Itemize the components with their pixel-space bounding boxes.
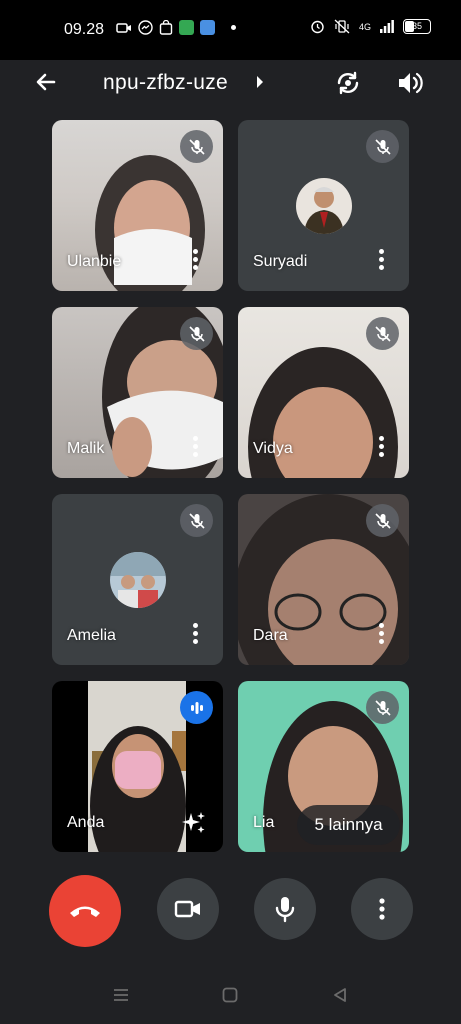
battery-level: 35 — [411, 21, 422, 31]
avatar — [296, 178, 352, 234]
microphone-toggle-button[interactable] — [254, 878, 316, 940]
participant-name: Amelia — [67, 627, 116, 644]
participant-tile[interactable]: Suryadi — [238, 120, 409, 291]
camera-icon — [174, 900, 200, 918]
participant-more-icon[interactable] — [193, 436, 199, 458]
participant-name: Lia — [253, 814, 275, 831]
caret-right-icon[interactable] — [255, 75, 265, 89]
vibrate-icon — [334, 19, 350, 34]
mic-off-icon — [180, 504, 213, 537]
more-options-button[interactable] — [351, 878, 413, 940]
app-icon — [200, 20, 215, 35]
participant-tile-self[interactable]: Anda — [52, 681, 223, 852]
participant-name: Dara — [253, 627, 288, 644]
system-navigation-bar — [0, 970, 461, 1024]
end-call-icon — [70, 906, 100, 917]
more-participants-button[interactable]: 5 lainnya — [297, 805, 400, 845]
microphone-icon — [275, 897, 295, 923]
sheets-app-icon — [179, 20, 194, 35]
speaking-indicator-icon — [180, 691, 213, 724]
mic-off-icon — [366, 130, 399, 163]
battery-icon: 35 — [403, 19, 431, 34]
participant-name: Ulanbie — [67, 253, 122, 270]
shopping-bag-icon — [159, 20, 173, 35]
participant-tile[interactable]: Vidya — [238, 307, 409, 478]
participant-more-icon[interactable] — [193, 249, 199, 271]
video-notification-icon — [116, 22, 131, 33]
messenger-icon — [138, 20, 153, 35]
status-notification-icons — [116, 20, 236, 35]
status-bar: 09.28 4G 35 — [0, 0, 461, 60]
status-time: 09.28 — [64, 21, 105, 38]
participant-more-icon[interactable] — [379, 623, 385, 645]
participant-tile[interactable]: Dara — [238, 494, 409, 665]
mic-off-icon — [180, 317, 213, 350]
avatar — [110, 552, 166, 608]
more-vert-icon — [379, 898, 385, 920]
mic-off-icon — [366, 317, 399, 350]
participant-name: Anda — [67, 814, 105, 831]
back-arrow-icon[interactable] — [32, 68, 60, 96]
meeting-header: npu-zfbz-uze — [0, 60, 461, 110]
participant-tile[interactable]: Amelia — [52, 494, 223, 665]
participant-name: Malik — [67, 440, 105, 457]
participant-more-icon[interactable] — [193, 623, 199, 645]
back-nav-icon[interactable] — [332, 987, 348, 1003]
end-call-button[interactable] — [49, 875, 121, 947]
participant-tile[interactable]: Malik — [52, 307, 223, 478]
alarm-icon — [311, 20, 324, 34]
recent-apps-icon[interactable] — [112, 987, 130, 1003]
meeting-code[interactable]: npu-zfbz-uze — [103, 71, 228, 95]
participant-more-icon[interactable] — [379, 436, 385, 458]
mic-off-icon — [180, 130, 213, 163]
call-controls — [0, 860, 461, 970]
effects-sparkle-icon[interactable] — [181, 810, 207, 836]
participant-more-icon[interactable] — [379, 249, 385, 271]
participant-tile[interactable]: Ulanbie — [52, 120, 223, 291]
status-system-icons: 4G 35 — [310, 19, 431, 34]
participant-name: Vidya — [253, 440, 293, 457]
more-notifications-dot — [231, 25, 236, 30]
speaker-icon[interactable] — [395, 68, 425, 98]
mic-off-icon — [366, 504, 399, 537]
signal-icon — [380, 20, 394, 33]
network-type-label: 4G — [358, 21, 371, 32]
camera-toggle-button[interactable] — [157, 878, 219, 940]
mic-off-icon — [366, 691, 399, 724]
home-icon[interactable] — [222, 987, 238, 1003]
participant-name: Suryadi — [253, 253, 308, 270]
switch-camera-icon[interactable] — [333, 68, 363, 98]
